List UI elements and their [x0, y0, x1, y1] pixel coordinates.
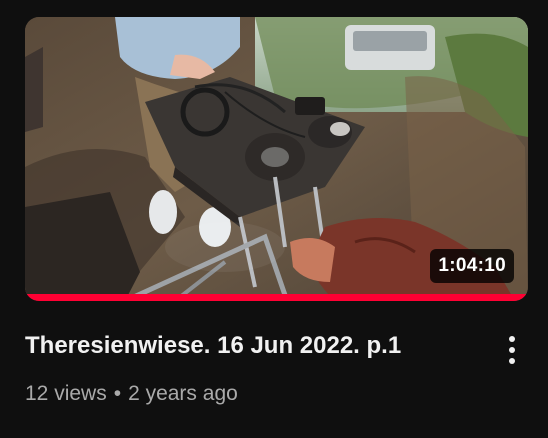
more-options-button[interactable]: [496, 330, 528, 370]
duration-badge: 1:04:10: [430, 249, 514, 283]
video-thumbnail[interactable]: 1:04:10: [25, 17, 528, 301]
meta-separator: •: [113, 382, 122, 405]
video-card: 1:04:10 Theresienwiese. 16 Jun 2022. p.1…: [0, 0, 548, 438]
upload-date: 2 years ago: [128, 382, 238, 405]
view-count: 12 views: [25, 382, 107, 405]
video-title[interactable]: Theresienwiese. 16 Jun 2022. p.1: [25, 330, 465, 362]
video-metadata: 12 views • 2 years ago: [25, 380, 238, 408]
watch-progress-bar: [25, 294, 528, 301]
watch-progress-fill: [25, 294, 528, 301]
